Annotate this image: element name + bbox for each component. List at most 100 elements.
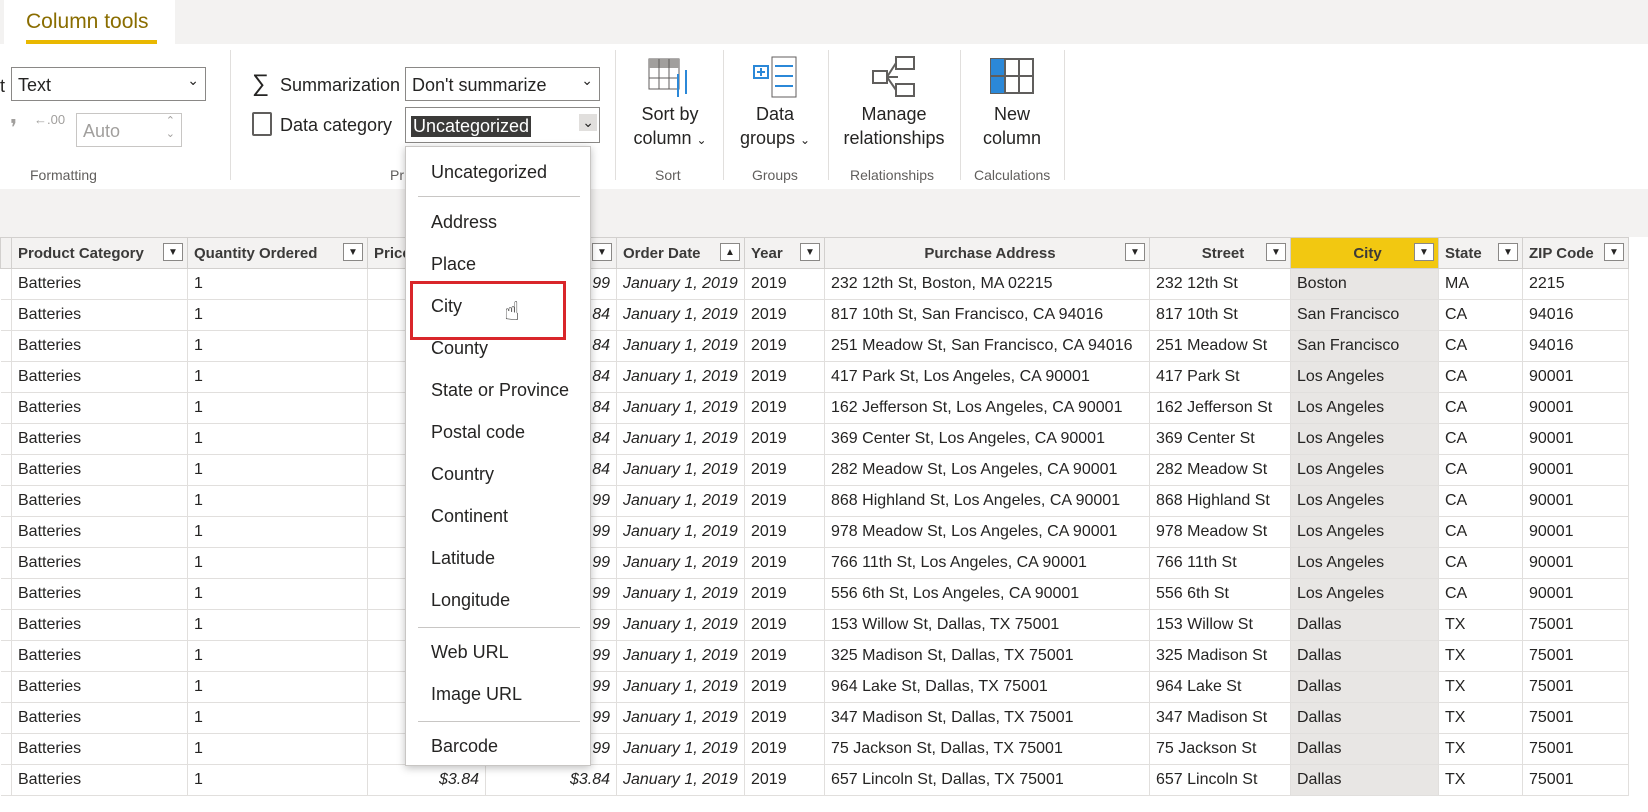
table-cell[interactable]: 75 Jackson St: [1149, 733, 1291, 765]
table-cell[interactable]: Dallas: [1290, 609, 1439, 641]
summarization-select[interactable]: Don't summarize ⌄: [405, 67, 600, 101]
table-cell[interactable]: Los Angeles: [1290, 454, 1439, 486]
table-cell[interactable]: January 1, 2019: [616, 330, 745, 362]
table-cell[interactable]: TX: [1438, 702, 1523, 734]
table-cell[interactable]: Batteries: [11, 299, 188, 331]
table-cell[interactable]: 75001: [1522, 702, 1629, 734]
manage-relationships-button[interactable]: Manage relationships: [838, 102, 950, 150]
table-cell[interactable]: January 1, 2019: [616, 547, 745, 579]
table-cell[interactable]: Batteries: [11, 361, 188, 393]
table-row[interactable]: Batteries 1 99 January 1, 2019 2019 347 Madis…: [0, 702, 1629, 734]
table-cell[interactable]: 2019: [744, 609, 825, 641]
table-cell[interactable]: 251 Meadow St, San Francisco, CA 94016: [824, 330, 1150, 362]
table-cell[interactable]: 90001: [1522, 392, 1629, 424]
row-selector[interactable]: [0, 516, 12, 548]
table-cell[interactable]: Batteries: [11, 330, 188, 362]
dropdown-item[interactable]: Web URL: [431, 642, 509, 663]
table-cell[interactable]: 325 Madison St: [1149, 640, 1291, 672]
table-cell[interactable]: 1: [187, 299, 368, 331]
table-cell[interactable]: 1: [187, 547, 368, 579]
table-cell[interactable]: 1: [187, 423, 368, 455]
table-cell[interactable]: 75001: [1522, 640, 1629, 672]
table-cell[interactable]: 978 Meadow St, Los Angeles, CA 90001: [824, 516, 1150, 548]
table-row[interactable]: Batteries 1 84 January 1, 2019 2019 282 Meado…: [0, 454, 1629, 486]
table-cell[interactable]: 369 Center St: [1149, 423, 1291, 455]
column-header-selected[interactable]: City ▼: [1290, 237, 1439, 269]
table-row[interactable]: Batteries 1 99 January 1, 2019 2019 766 11th …: [0, 547, 1629, 579]
row-selector[interactable]: [0, 764, 12, 796]
spin-up-icon[interactable]: ⌃: [166, 114, 175, 127]
table-cell[interactable]: January 1, 2019: [616, 516, 745, 548]
chevron-down-icon[interactable]: ▼: [343, 243, 363, 261]
table-cell[interactable]: Batteries: [11, 516, 188, 548]
table-cell[interactable]: Los Angeles: [1290, 578, 1439, 610]
table-cell[interactable]: 94016: [1522, 330, 1629, 362]
table-cell[interactable]: 325 Madison St, Dallas, TX 75001: [824, 640, 1150, 672]
dropdown-item[interactable]: Latitude: [431, 548, 495, 569]
table-cell[interactable]: 1: [187, 733, 368, 765]
spin-down-icon[interactable]: ⌄: [166, 127, 175, 140]
table-cell[interactable]: January 1, 2019: [616, 361, 745, 393]
table-cell[interactable]: TX: [1438, 609, 1523, 641]
table-cell[interactable]: 232 12th St, Boston, MA 02215: [824, 268, 1150, 300]
table-cell[interactable]: TX: [1438, 733, 1523, 765]
table-cell[interactable]: January 1, 2019: [616, 299, 745, 331]
table-cell[interactable]: 369 Center St, Los Angeles, CA 90001: [824, 423, 1150, 455]
chevron-down-icon[interactable]: ▼: [800, 243, 820, 261]
dropdown-item[interactable]: Image URL: [431, 684, 522, 705]
chevron-down-icon[interactable]: ▼: [592, 243, 612, 261]
table-cell[interactable]: $3.84: [367, 764, 486, 796]
table-cell[interactable]: January 1, 2019: [616, 764, 745, 796]
table-row[interactable]: Batteries 1 99 January 1, 2019 2019 232 12th …: [0, 268, 1629, 300]
table-cell[interactable]: 347 Madison St: [1149, 702, 1291, 734]
dropdown-item[interactable]: Longitude: [431, 590, 510, 611]
table-cell[interactable]: Batteries: [11, 640, 188, 672]
table-cell[interactable]: Dallas: [1290, 702, 1439, 734]
column-header[interactable]: State ▼: [1438, 237, 1523, 269]
column-header[interactable]: Product Category ▼: [11, 237, 188, 269]
chevron-down-icon[interactable]: ▼: [1414, 243, 1434, 261]
table-cell[interactable]: January 1, 2019: [616, 392, 745, 424]
table-cell[interactable]: 556 6th St: [1149, 578, 1291, 610]
table-cell[interactable]: 90001: [1522, 516, 1629, 548]
dropdown-item[interactable]: Barcode: [431, 736, 498, 757]
table-cell[interactable]: Los Angeles: [1290, 392, 1439, 424]
table-row[interactable]: Batteries 1 99 January 1, 2019 2019 868 Highl…: [0, 485, 1629, 517]
table-cell[interactable]: 75001: [1522, 733, 1629, 765]
table-cell[interactable]: Dallas: [1290, 733, 1439, 765]
row-selector[interactable]: [0, 361, 12, 393]
table-cell[interactable]: 90001: [1522, 547, 1629, 579]
table-cell[interactable]: Batteries: [11, 392, 188, 424]
table-row[interactable]: Batteries 1 99 January 1, 2019 2019 978 Meado…: [0, 516, 1629, 548]
chevron-down-icon[interactable]: ▼: [1498, 243, 1518, 261]
dropdown-item[interactable]: Address: [431, 212, 497, 233]
table-cell[interactable]: Batteries: [11, 485, 188, 517]
table-cell[interactable]: 2019: [744, 454, 825, 486]
comma-icon[interactable]: ❜: [10, 115, 17, 141]
table-cell[interactable]: 657 Lincoln St: [1149, 764, 1291, 796]
table-cell[interactable]: 2019: [744, 485, 825, 517]
table-cell[interactable]: CA: [1438, 392, 1523, 424]
column-header[interactable]: Purchase Address ▼: [824, 237, 1150, 269]
data-groups-button[interactable]: Data groups ⌄: [733, 102, 817, 152]
table-cell[interactable]: CA: [1438, 485, 1523, 517]
row-selector[interactable]: [0, 299, 12, 331]
row-selector[interactable]: [0, 702, 12, 734]
table-cell[interactable]: CA: [1438, 330, 1523, 362]
table-cell[interactable]: 766 11th St, Los Angeles, CA 90001: [824, 547, 1150, 579]
table-cell[interactable]: 75001: [1522, 671, 1629, 703]
table-cell[interactable]: $3.84: [485, 764, 617, 796]
table-cell[interactable]: 90001: [1522, 485, 1629, 517]
table-cell[interactable]: CA: [1438, 578, 1523, 610]
table-row[interactable]: Batteries 1 99 January 1, 2019 2019 153 Willo…: [0, 609, 1629, 641]
table-row[interactable]: Batteries 1 84 January 1, 2019 2019 417 Park …: [0, 361, 1629, 393]
dropdown-item[interactable]: Uncategorized: [431, 162, 547, 183]
table-cell[interactable]: 75 Jackson St, Dallas, TX 75001: [824, 733, 1150, 765]
table-cell[interactable]: January 1, 2019: [616, 454, 745, 486]
table-cell[interactable]: 2019: [744, 764, 825, 796]
sort-by-column-button[interactable]: Sort by column ⌄: [628, 102, 712, 152]
column-header[interactable]: Street ▼: [1149, 237, 1291, 269]
row-selector[interactable]: [0, 640, 12, 672]
tab-column-tools[interactable]: Column tools: [4, 0, 175, 44]
table-row[interactable]: Batteries 1 99 January 1, 2019 2019 75 Jackso…: [0, 733, 1629, 765]
